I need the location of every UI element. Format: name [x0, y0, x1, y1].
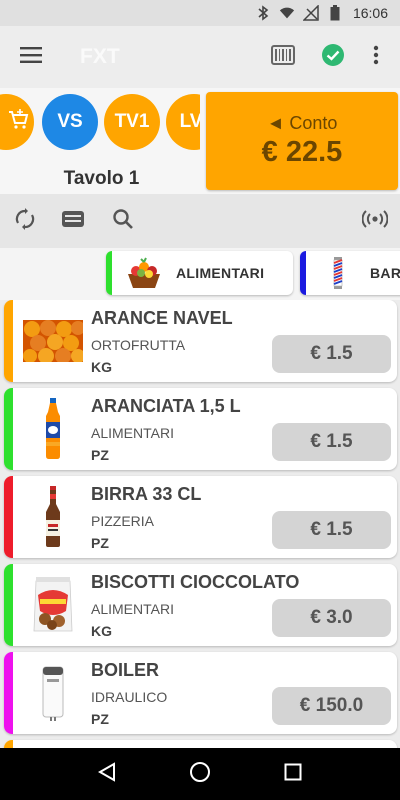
product-list: ARANCE NAVEL ORTOFRUTTA KG € 1.5 ARANCIA…: [0, 300, 400, 748]
check-circle-icon: [321, 43, 345, 72]
water-heater-icon: [18, 660, 88, 726]
product-category: ORTOFRUTTA: [91, 337, 186, 353]
status-bar: 16:06: [0, 0, 400, 26]
barcode-button[interactable]: [258, 26, 308, 88]
conto-amount: € 22.5: [261, 136, 343, 168]
product-color-bar: [4, 652, 13, 734]
product-unit: PZ: [91, 535, 109, 551]
more-vert-icon: [373, 45, 379, 70]
table-chip-lv[interactable]: LV: [166, 94, 200, 150]
recents-square-icon: [284, 763, 302, 786]
no-signal-icon: [302, 5, 319, 21]
product-color-bar: [4, 564, 13, 646]
table-chip-label: VS: [57, 111, 83, 132]
category-label: ALIMENTARI: [176, 265, 265, 281]
product-card[interactable]: ARANCE NAVEL ORTOFRUTTA KG € 1.5: [4, 300, 397, 382]
beer-bottle-icon: [18, 484, 88, 550]
category-row: ALIMENTARI BAR: [0, 248, 400, 300]
product-name: BOILER: [91, 660, 160, 680]
product-card[interactable]: BIRRA 33 CL PIZZERIA PZ € 1.5: [4, 476, 397, 558]
recents-button[interactable]: [273, 754, 313, 794]
category-chip-bar[interactable]: BAR: [300, 251, 400, 295]
category-color-bar: [106, 251, 112, 295]
product-card-partial[interactable]: [4, 740, 397, 748]
product-color-bar: [4, 740, 13, 748]
product-color-bar: [4, 476, 13, 558]
price-button[interactable]: € 150.0: [272, 687, 391, 725]
price-button[interactable]: € 1.5: [272, 335, 391, 373]
orange-soda-bottle-icon: [18, 396, 88, 462]
wireless-icon: [361, 209, 389, 234]
wifi-icon: [279, 5, 295, 21]
toolbar: [0, 194, 400, 248]
home-button[interactable]: [180, 754, 220, 794]
table-chip-cart[interactable]: [0, 94, 34, 150]
category-color-bar: [300, 251, 306, 295]
oranges-icon: [18, 308, 88, 374]
current-table-label: Tavolo 1: [63, 168, 140, 189]
product-name: ARANCE NAVEL: [91, 308, 233, 328]
product-name: BISCOTTI CIOCCOLATO: [91, 572, 300, 592]
app-bar: FXT: [0, 26, 400, 88]
table-selector: VS TV1 LV: [0, 94, 200, 152]
menu-button[interactable]: [0, 26, 62, 88]
product-name: BIRRA 33 CL: [91, 484, 202, 504]
product-color-bar: [4, 388, 13, 470]
category-label: BAR: [370, 265, 400, 281]
bluetooth-icon: [255, 5, 271, 21]
product-category: ALIMENTARI: [91, 601, 174, 617]
table-chip-label: TV1: [114, 111, 150, 132]
back-button[interactable]: [87, 754, 127, 794]
product-category: PIZZERIA: [91, 513, 155, 529]
search-icon: [112, 208, 134, 235]
hamburger-menu-icon: [20, 46, 42, 68]
wireless-button[interactable]: [358, 204, 392, 238]
cookies-bag-icon: [18, 572, 88, 638]
product-unit: PZ: [91, 447, 109, 463]
product-unit: KG: [91, 359, 112, 375]
navigation-bar: [0, 748, 400, 800]
more-options-button[interactable]: [358, 26, 394, 88]
product-color-bar: [4, 300, 13, 382]
battery-icon: [327, 5, 343, 21]
table-chip-label: LV: [179, 111, 200, 132]
sync-button[interactable]: [8, 204, 42, 238]
conto-label: ◄ Conto: [266, 113, 338, 133]
table-chip-vs[interactable]: VS: [42, 94, 98, 150]
home-circle-icon: [189, 761, 211, 788]
product-card[interactable]: BISCOTTI CIOCCOLATO ALIMENTARI KG € 3.0: [4, 564, 397, 646]
category-chip-alimentari[interactable]: ALIMENTARI: [106, 251, 293, 295]
fruit-basket-icon: [124, 255, 164, 291]
product-category: ALIMENTARI: [91, 425, 174, 441]
add-cart-icon: [7, 108, 29, 136]
product-unit: KG: [91, 623, 112, 639]
table-section: VS TV1 LV Tavolo 1 ◄ Conto € 22.5: [0, 88, 400, 194]
conto-button[interactable]: ◄ Conto € 22.5: [206, 92, 398, 190]
confirm-button[interactable]: [308, 26, 358, 88]
product-category: IDRAULICO: [91, 689, 168, 705]
table-chip-tv1[interactable]: TV1: [104, 94, 160, 150]
barcode-icon: [271, 44, 295, 70]
product-card[interactable]: ARANCIATA 1,5 L ALIMENTARI PZ € 1.5: [4, 388, 397, 470]
keyboard-icon: [61, 210, 85, 233]
price-button[interactable]: € 1.5: [272, 423, 391, 461]
search-button[interactable]: [106, 204, 140, 238]
sync-icon: [13, 207, 37, 236]
price-button[interactable]: € 3.0: [272, 599, 391, 637]
product-name: ARANCIATA 1,5 L: [91, 396, 241, 416]
price-button[interactable]: € 1.5: [272, 511, 391, 549]
keyboard-button[interactable]: [56, 204, 90, 238]
app-title: FXT: [80, 45, 120, 68]
product-card[interactable]: BOILER IDRAULICO PZ € 150.0: [4, 652, 397, 734]
barber-pole-icon: [318, 255, 358, 291]
clock: 16:06: [352, 5, 388, 21]
product-unit: PZ: [91, 711, 109, 727]
back-triangle-icon: [97, 761, 116, 787]
